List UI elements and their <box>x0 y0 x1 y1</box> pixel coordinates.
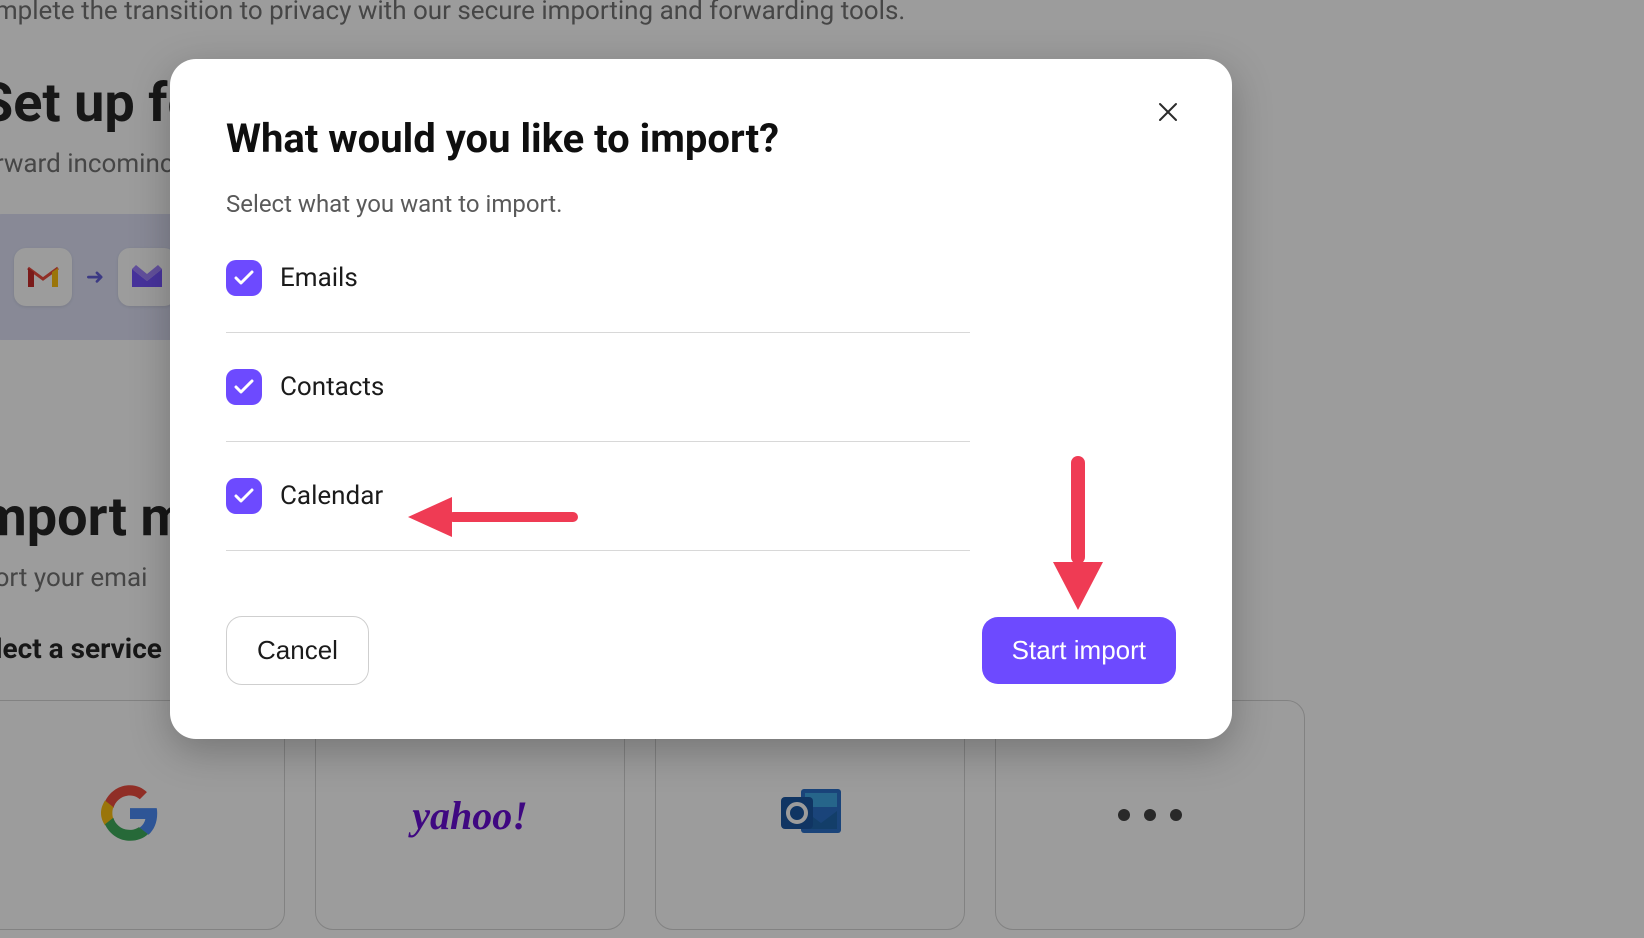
modal-subtitle: Select what you want to import. <box>226 190 1176 218</box>
modal-title: What would you like to import? <box>226 115 1176 162</box>
import-options-list: Emails Contacts Calendar <box>226 252 970 551</box>
option-label: Calendar <box>280 481 383 511</box>
close-icon <box>1156 100 1180 127</box>
close-button[interactable] <box>1148 93 1188 133</box>
import-modal: What would you like to import? Select wh… <box>170 59 1232 739</box>
checkbox-checked-icon <box>226 478 262 514</box>
option-emails[interactable]: Emails <box>226 252 970 333</box>
checkbox-checked-icon <box>226 369 262 405</box>
start-import-button[interactable]: Start import <box>982 617 1176 684</box>
option-label: Emails <box>280 263 358 293</box>
option-label: Contacts <box>280 372 384 402</box>
cancel-button[interactable]: Cancel <box>226 616 369 685</box>
modal-footer: Cancel Start import <box>226 616 1176 685</box>
option-calendar[interactable]: Calendar <box>226 442 970 551</box>
option-contacts[interactable]: Contacts <box>226 333 970 442</box>
checkbox-checked-icon <box>226 260 262 296</box>
